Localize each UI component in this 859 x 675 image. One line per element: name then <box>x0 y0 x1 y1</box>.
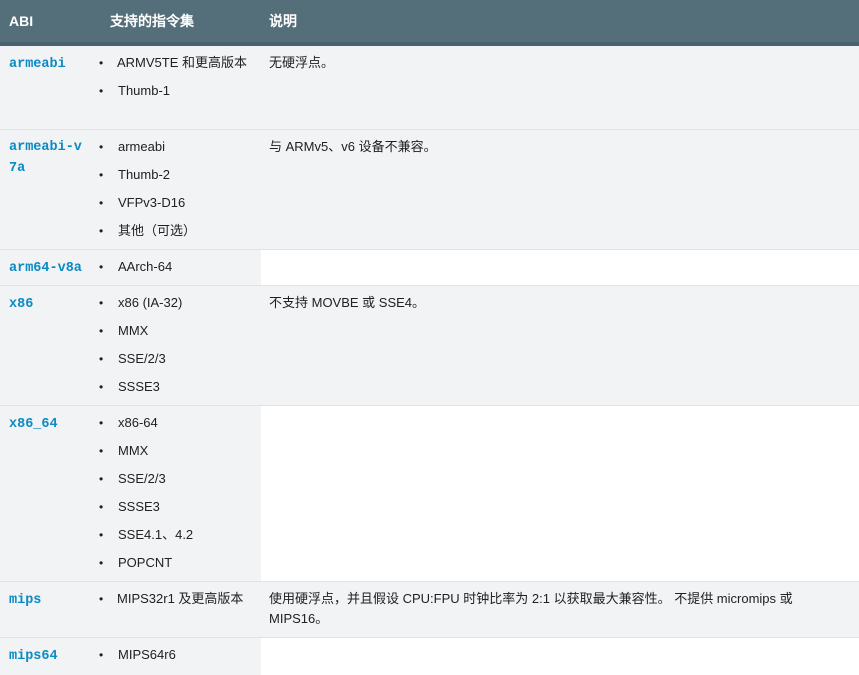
abi-cell: x86_64 <box>0 404 100 581</box>
isa-item-text: MIPS32r1 及更高版本 <box>117 590 244 606</box>
isa-list: x86-64 MMX SSE/2/3 SSSE3 SSE4.1、4.2 POPC… <box>99 413 261 573</box>
isa-item: MIPS64r6 <box>99 645 261 665</box>
abi-name-link[interactable]: arm64-v8a <box>9 261 82 276</box>
isa-cell: armeabi Thumb-2 VFPv3-D16 其他（可选） <box>99 128 261 249</box>
table-row: arm64-v8a AArch-64 <box>0 248 859 285</box>
abi-cell: armeabi <box>0 44 100 129</box>
abi-cell: arm64-v8a <box>0 248 100 285</box>
isa-item-text: SSSE3 <box>118 378 160 394</box>
isa-item: SSE4.1、4.2 <box>99 525 261 545</box>
isa-item: AArch-64 <box>99 257 261 277</box>
abi-name-link[interactable]: x86_64 <box>9 417 58 432</box>
isa-list: AArch-64 <box>99 257 261 277</box>
isa-item-text: MMX <box>118 322 149 338</box>
description-text: 无硬浮点。 <box>269 55 335 70</box>
abi-name-link[interactable]: x86 <box>9 297 33 312</box>
abi-cell: mips64 <box>0 636 100 675</box>
table-row: mips64 MIPS64r6 <box>0 636 859 675</box>
isa-item-text: MIPS64r6 <box>118 646 176 662</box>
abi-cell: x86 <box>0 284 100 405</box>
isa-item-text: POPCNT <box>118 554 173 570</box>
isa-item: VFPv3-D16 <box>99 193 261 213</box>
isa-item-text: SSE/2/3 <box>118 350 166 366</box>
header-row: ABI 支持的指令集 说明 <box>0 0 859 46</box>
isa-item-text: Thumb-2 <box>118 166 171 182</box>
description-cell: 无硬浮点。 <box>261 44 859 129</box>
isa-item-text: x86 (IA-32) <box>118 294 183 310</box>
header-description: 说明 <box>261 0 859 46</box>
isa-item-text: VFPv3-D16 <box>118 194 186 210</box>
isa-item: SSSE3 <box>99 497 261 517</box>
isa-list: armeabi Thumb-2 VFPv3-D16 其他（可选） <box>99 137 261 241</box>
abi-name-link[interactable]: armeabi <box>9 57 66 72</box>
isa-item: Thumb-1 <box>99 81 261 101</box>
isa-item: SSE/2/3 <box>99 469 261 489</box>
isa-item: armeabi <box>99 137 261 157</box>
description-cell: 不支持 MOVBE 或 SSE4。 <box>261 284 859 405</box>
isa-item-text: x86-64 <box>118 414 158 430</box>
isa-item-text: Thumb-1 <box>118 83 171 98</box>
abi-name-link[interactable]: mips <box>9 593 41 608</box>
isa-item: MIPS32r1 及更高版本 <box>99 589 261 609</box>
isa-item-text: 其他（可选） <box>118 222 197 238</box>
isa-item: MMX <box>99 321 261 341</box>
isa-item: POPCNT <box>99 553 261 573</box>
isa-cell: MIPS32r1 及更高版本 <box>99 580 261 637</box>
abi-cell: mips <box>0 580 100 637</box>
isa-cell: AArch-64 <box>99 248 261 285</box>
isa-list: ARMV5TE 和更高版本 Thumb-1 <box>99 53 261 101</box>
abi-table: ABI 支持的指令集 说明 armeabi ARMV5TE 和更高版本 Thum… <box>0 0 859 675</box>
isa-list: MIPS32r1 及更高版本 <box>99 589 261 609</box>
abi-name-link[interactable]: armeabi-v7a <box>9 137 83 179</box>
description-cell <box>261 636 859 675</box>
isa-cell: x86-64 MMX SSE/2/3 SSSE3 SSE4.1、4.2 POPC… <box>99 404 261 581</box>
header-abi: ABI <box>0 0 100 46</box>
isa-item: SSE/2/3 <box>99 349 261 369</box>
isa-list: MIPS64r6 <box>99 645 261 665</box>
isa-item: SSSE3 <box>99 377 261 397</box>
abi-name-link[interactable]: mips64 <box>9 649 58 664</box>
description-text: 使用硬浮点，并且假设 CPU:FPU 时钟比率为 2:1 以获取最大兼容性。 不… <box>269 590 793 626</box>
isa-cell: x86 (IA-32) MMX SSE/2/3 SSSE3 <box>99 284 261 405</box>
description-cell: 使用硬浮点，并且假设 CPU:FPU 时钟比率为 2:1 以获取最大兼容性。 不… <box>261 580 859 637</box>
isa-item: Thumb-2 <box>99 165 261 185</box>
description-text: 不支持 MOVBE 或 SSE4。 <box>269 294 426 310</box>
isa-item-text: SSE/2/3 <box>118 470 166 486</box>
abi-cell: armeabi-v7a <box>0 128 100 249</box>
isa-item-text: AArch-64 <box>118 258 173 274</box>
isa-item-text: SSE4.1、4.2 <box>118 526 194 542</box>
description-text: 与 ARMv5、v6 设备不兼容。 <box>269 138 437 154</box>
isa-item-text: SSSE3 <box>118 498 160 514</box>
table-body: armeabi ARMV5TE 和更高版本 Thumb-1 无硬浮点。 arme… <box>0 44 859 675</box>
table-row: x86 x86 (IA-32) MMX SSE/2/3 SSSE3 不支持 MO… <box>0 284 859 405</box>
table-row: armeabi ARMV5TE 和更高版本 Thumb-1 无硬浮点。 <box>0 44 859 129</box>
table-row: armeabi-v7a armeabi Thumb-2 VFPv3-D16 其他… <box>0 128 859 249</box>
isa-item: MMX <box>99 441 261 461</box>
header-instruction-sets: 支持的指令集 <box>100 0 261 46</box>
isa-item: ARMV5TE 和更高版本 <box>99 53 261 73</box>
isa-cell: ARMV5TE 和更高版本 Thumb-1 <box>99 44 261 129</box>
table-row: x86_64 x86-64 MMX SSE/2/3 SSSE3 SSE4.1、4… <box>0 404 859 581</box>
isa-item: x86-64 <box>99 413 261 433</box>
isa-item: 其他（可选） <box>99 221 261 241</box>
isa-cell: MIPS64r6 <box>99 636 261 675</box>
isa-item-text: ARMV5TE 和更高版本 <box>117 55 248 70</box>
table-row: mips MIPS32r1 及更高版本 使用硬浮点，并且假设 CPU:FPU 时… <box>0 580 859 637</box>
isa-list: x86 (IA-32) MMX SSE/2/3 SSSE3 <box>99 293 261 397</box>
description-cell <box>261 248 859 285</box>
description-cell: 与 ARMv5、v6 设备不兼容。 <box>261 128 859 249</box>
isa-item: x86 (IA-32) <box>99 293 261 313</box>
isa-item-text: armeabi <box>118 138 165 154</box>
description-cell <box>261 404 859 581</box>
isa-item-text: MMX <box>118 442 149 458</box>
table-header: ABI 支持的指令集 说明 <box>0 0 859 46</box>
